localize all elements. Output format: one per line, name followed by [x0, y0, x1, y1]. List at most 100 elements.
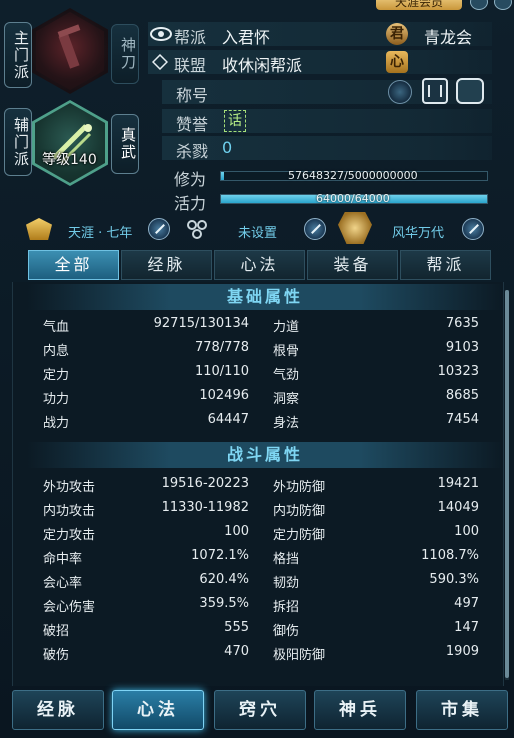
nav-market[interactable]: 市集 — [416, 690, 508, 730]
basic-attributes-title: 基础属性 — [27, 284, 503, 310]
stat-label: 内功防御 — [273, 504, 326, 519]
tab-all[interactable]: 全部 — [28, 250, 119, 280]
stat-row: 命中率 1072.1% 格挡 1108.7% — [13, 544, 505, 568]
edit-icon[interactable] — [304, 218, 326, 240]
nav-divine-weapon[interactable]: 神兵 — [314, 690, 406, 730]
stat-label: 身法 — [273, 416, 300, 431]
guild-key: 帮派 — [174, 28, 207, 47]
stat-value: 8685 — [445, 388, 479, 403]
stat-label: 会心率 — [43, 576, 83, 591]
stats-list[interactable]: 基础属性 气血 92715/130134 力道 7635 内息 778/778 根骨 9103… — [12, 282, 504, 686]
stat-value: 359.5% — [199, 596, 249, 611]
nav-meridian[interactable]: 经脉 — [12, 690, 104, 730]
kills-key: 杀戮 — [176, 142, 209, 161]
nav-mental-skill[interactable]: 心法 — [112, 690, 204, 730]
link-icon — [187, 220, 207, 239]
stat-label: 战力 — [43, 416, 70, 431]
stat-value: 92715/130134 — [153, 316, 249, 331]
stat-value: 1072.1% — [191, 548, 249, 563]
member-button[interactable]: 天涯会员 — [376, 0, 462, 10]
blade-icon — [57, 24, 81, 69]
alliance-name[interactable]: 收休闲帮派 — [222, 52, 302, 76]
title-style-icon[interactable] — [456, 78, 484, 104]
title-key: 称号 — [176, 86, 209, 105]
stat-label: 功力 — [43, 392, 70, 407]
kills-value: 0 — [222, 138, 233, 157]
praise-badge[interactable]: 话 — [224, 110, 246, 132]
stat-row: 会心伤害 359.5% 拆招 497 — [13, 592, 505, 616]
stat-row: 内息 778/778 根骨 9103 — [13, 336, 505, 360]
vitality-key: 活力 — [174, 194, 207, 213]
stat-value: 7454 — [445, 412, 479, 427]
cultivation-text: 57648327/5000000000 — [288, 169, 418, 182]
stat-value: 7635 — [445, 316, 479, 331]
nav-acupoints[interactable]: 窍穴 — [214, 690, 306, 730]
secondary-sect-emblem[interactable] — [32, 100, 108, 186]
stat-label: 破伤 — [43, 648, 70, 663]
sect-row-item3: 风华万代 — [392, 226, 445, 241]
stat-row: 气血 92715/130134 力道 7635 — [13, 312, 505, 336]
stat-value: 14049 — [437, 500, 479, 515]
stat-value: 11330-11982 — [161, 500, 249, 515]
sect-row-item2: 未设置 — [238, 226, 278, 241]
stat-label: 气劲 — [273, 368, 300, 383]
title-list-icon[interactable] — [422, 78, 448, 104]
tab-meridian[interactable]: 经脉 — [121, 250, 212, 280]
tab-equipment[interactable]: 装备 — [307, 250, 398, 280]
stat-value: 100 — [454, 524, 479, 539]
diamond-icon — [152, 54, 168, 70]
tab-mental-skill[interactable]: 心法 — [214, 250, 305, 280]
character-panel: 天涯会员 主门派 神刀 辅门派 等级140 真武 帮派 入君怀 君 青龙会 联盟… — [0, 0, 514, 738]
stat-label: 定力攻击 — [43, 528, 96, 543]
stat-row: 内功攻击 11330-11982 内功防御 14049 — [13, 496, 505, 520]
secondary-sect-label: 辅门派 — [4, 108, 32, 176]
stat-row: 定力 110/110 气劲 10323 — [13, 360, 505, 384]
stat-label: 根骨 — [273, 344, 300, 359]
stat-row: 破伤 470 极阳防御 1909 — [13, 640, 505, 664]
stat-label: 内息 — [43, 344, 70, 359]
stat-label: 命中率 — [43, 552, 83, 567]
league-name[interactable]: 青龙会 — [424, 24, 472, 48]
edit-icon[interactable] — [462, 218, 484, 240]
primary-sect-name: 神刀 — [111, 24, 139, 84]
stat-value: 470 — [224, 644, 249, 659]
stat-value: 147 — [454, 620, 479, 635]
stat-value: 1909 — [445, 644, 479, 659]
edit-icon[interactable] — [148, 218, 170, 240]
stat-label: 内功攻击 — [43, 504, 96, 519]
stat-value: 102496 — [199, 388, 249, 403]
stat-label: 定力 — [43, 368, 70, 383]
help-icon[interactable] — [470, 0, 488, 10]
edit-title-icon[interactable] — [388, 80, 412, 104]
stat-value: 778/778 — [194, 340, 249, 355]
secondary-sect-name[interactable]: 真武 — [111, 114, 139, 174]
stat-value: 100 — [224, 524, 249, 539]
stat-value: 19516-20223 — [161, 476, 249, 491]
praise-key: 赞誉 — [176, 115, 209, 134]
tab-guild[interactable]: 帮派 — [400, 250, 491, 280]
guild-row: 帮派 入君怀 君 青龙会 — [148, 22, 492, 48]
stat-row: 会心率 620.4% 韧劲 590.3% — [13, 568, 505, 592]
stat-label: 洞察 — [273, 392, 300, 407]
stats-scrollbar[interactable] — [505, 290, 509, 680]
stat-row: 定力攻击 100 定力防御 100 — [13, 520, 505, 544]
stat-label: 力道 — [273, 320, 300, 335]
stat-row: 外功攻击 19516-20223 外功防御 19421 — [13, 472, 505, 496]
stat-label: 极阳防御 — [273, 648, 326, 663]
stat-label: 气血 — [43, 320, 70, 335]
stat-label: 韧劲 — [273, 576, 300, 591]
member-button-label: 天涯会员 — [394, 0, 443, 9]
title-row: 称号 — [162, 78, 492, 105]
stat-label: 外功防御 — [273, 480, 326, 495]
guild-name[interactable]: 入君怀 — [222, 24, 270, 48]
sword-icon — [52, 124, 92, 164]
level-text: 等级140 — [42, 152, 97, 168]
stat-label: 定力防御 — [273, 528, 326, 543]
alliance-badge: 心 — [386, 51, 408, 73]
close-icon[interactable] — [494, 0, 512, 10]
praise-row: 赞誉 话 — [162, 109, 492, 134]
stat-label: 破招 — [43, 624, 70, 639]
stat-value: 620.4% — [199, 572, 249, 587]
primary-sect-emblem[interactable] — [32, 8, 108, 94]
alliance-key: 联盟 — [174, 56, 207, 75]
